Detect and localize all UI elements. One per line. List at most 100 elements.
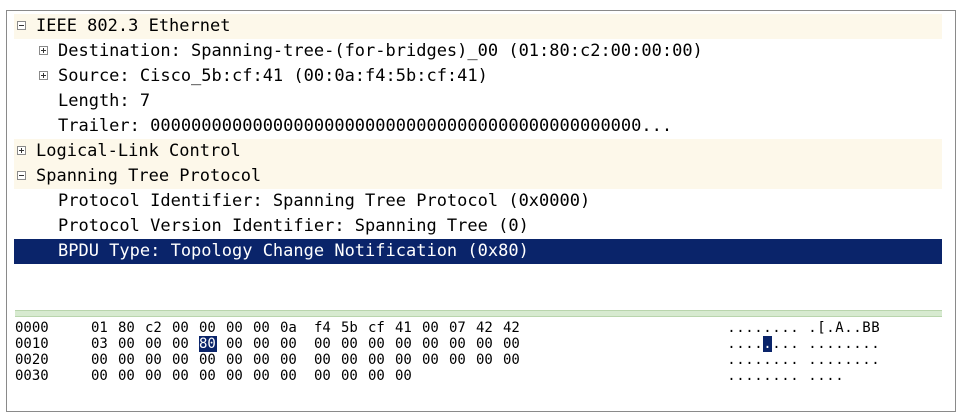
hex-byte[interactable]: 00	[253, 352, 271, 368]
hex-byte[interactable]: 00	[341, 336, 359, 352]
ascii-char[interactable]: .	[772, 368, 781, 384]
ascii-char[interactable]: .	[763, 320, 772, 336]
ascii-char[interactable]: .	[808, 320, 817, 336]
hex-byte[interactable]: 5b	[341, 320, 359, 336]
collapse-icon[interactable]	[17, 21, 26, 30]
ascii-char[interactable]: .	[790, 320, 799, 336]
ascii-char[interactable]: .	[862, 336, 871, 352]
expand-icon[interactable]	[17, 146, 26, 155]
tree-row[interactable]: Length: 7	[14, 89, 942, 114]
ascii-char[interactable]: .	[826, 352, 835, 368]
hex-byte[interactable]: 00	[476, 336, 494, 352]
hex-byte[interactable]: 00	[253, 336, 271, 352]
hex-byte[interactable]: 00	[226, 320, 244, 336]
ascii-char[interactable]: B	[862, 320, 871, 336]
hex-byte[interactable]: 00	[395, 368, 413, 384]
packet-details-tree[interactable]: IEEE 802.3 Ethernet Destination: Spanning…	[14, 14, 942, 264]
ascii-char[interactable]: .	[853, 336, 862, 352]
ascii-char[interactable]: .	[835, 368, 844, 384]
expand-icon[interactable]	[39, 46, 48, 55]
hex-byte[interactable]: 00	[199, 352, 217, 368]
hex-byte[interactable]: 00	[91, 368, 109, 384]
hex-byte[interactable]: 80	[118, 320, 136, 336]
hex-byte[interactable]: 00	[476, 352, 494, 368]
ascii-char[interactable]: B	[871, 320, 880, 336]
ascii-char[interactable]: .	[844, 336, 853, 352]
ascii-char[interactable]: .	[790, 336, 799, 352]
ascii-char[interactable]: .	[862, 352, 871, 368]
ascii-char[interactable]: .	[808, 368, 817, 384]
ascii-char[interactable]: .	[754, 352, 763, 368]
hex-byte[interactable]: 00	[503, 352, 521, 368]
ascii-char[interactable]: .	[790, 368, 799, 384]
ascii-char[interactable]: .	[781, 336, 790, 352]
hex-byte[interactable]: 03	[91, 336, 109, 352]
hex-byte[interactable]: 00	[118, 368, 136, 384]
hex-byte[interactable]: 00	[422, 336, 440, 352]
hex-row[interactable]: 0030 00 00 00 00 00 00 00 00 00 00 00 00........ ...…	[15, 368, 945, 384]
hex-byte[interactable]: 00	[395, 352, 413, 368]
hex-byte[interactable]: 00	[226, 368, 244, 384]
ascii-char[interactable]: .	[781, 368, 790, 384]
ascii-char[interactable]: .	[781, 352, 790, 368]
ascii-char[interactable]: .	[727, 368, 736, 384]
ascii-char[interactable]: [	[817, 320, 826, 336]
hex-byte[interactable]: 00	[172, 320, 190, 336]
expand-icon[interactable]	[39, 71, 48, 80]
hex-byte[interactable]: 00	[145, 352, 163, 368]
tree-row[interactable]: Destination: Spanning-tree-(for-bridges)…	[14, 39, 942, 64]
hex-byte[interactable]: 00	[280, 352, 298, 368]
hex-byte[interactable]: 00	[341, 352, 359, 368]
hex-byte[interactable]: 01	[91, 320, 109, 336]
hex-byte[interactable]: 00	[226, 336, 244, 352]
hex-byte[interactable]: 42	[476, 320, 494, 336]
hex-byte[interactable]: c2	[145, 320, 163, 336]
hex-byte[interactable]: 00	[314, 368, 332, 384]
ascii-char[interactable]: .	[727, 352, 736, 368]
hex-byte[interactable]: 00	[368, 352, 386, 368]
hex-byte[interactable]: 00	[118, 336, 136, 352]
tree-row[interactable]: BPDU Type: Topology Change Notification …	[14, 239, 942, 264]
ascii-char[interactable]: .	[790, 352, 799, 368]
ascii-char[interactable]: .	[844, 352, 853, 368]
hex-byte[interactable]: 00	[449, 352, 467, 368]
hex-byte[interactable]: 00	[395, 336, 413, 352]
hex-byte[interactable]: 00	[199, 368, 217, 384]
collapse-icon[interactable]	[17, 171, 26, 180]
hex-byte[interactable]: 00	[145, 336, 163, 352]
hex-byte[interactable]: 42	[503, 320, 521, 336]
ascii-char[interactable]: .	[871, 352, 880, 368]
ascii-char[interactable]: .	[763, 352, 772, 368]
hex-byte[interactable]: 0a	[280, 320, 298, 336]
hex-byte[interactable]: 00	[314, 352, 332, 368]
ascii-char[interactable]: .	[754, 320, 763, 336]
hex-byte[interactable]: 07	[449, 320, 467, 336]
ascii-char[interactable]: .	[763, 336, 772, 352]
ascii-char[interactable]: .	[772, 336, 781, 352]
hex-byte[interactable]: 00	[368, 368, 386, 384]
ascii-char[interactable]: .	[844, 320, 853, 336]
hex-byte[interactable]: 00	[199, 320, 217, 336]
tree-row[interactable]: Protocol Identifier: Spanning Tree Proto…	[14, 189, 942, 214]
packet-bytes-pane[interactable]: 0000 01 80 c2 00 00 00 00 0a f4 5b cf 41 00 07 42 42....…	[15, 320, 945, 384]
ascii-char[interactable]: .	[745, 336, 754, 352]
ascii-char[interactable]: .	[817, 336, 826, 352]
ascii-char[interactable]: .	[808, 336, 817, 352]
ascii-char[interactable]: .	[745, 368, 754, 384]
ascii-char[interactable]: .	[763, 368, 772, 384]
tree-row[interactable]: Source: Cisco_5b:cf:41 (00:0a:f4:5b:cf:4…	[14, 64, 942, 89]
ascii-char[interactable]: .	[817, 352, 826, 368]
ascii-char[interactable]: .	[835, 336, 844, 352]
hex-byte[interactable]: 41	[395, 320, 413, 336]
hex-byte[interactable]: 00	[172, 336, 190, 352]
hex-byte[interactable]: 00	[422, 352, 440, 368]
ascii-char[interactable]: .	[835, 352, 844, 368]
ascii-char[interactable]: .	[736, 336, 745, 352]
hex-byte[interactable]: 00	[172, 352, 190, 368]
ascii-char[interactable]: .	[817, 368, 826, 384]
ascii-char[interactable]: .	[736, 352, 745, 368]
hex-row[interactable]: 0010 03 00 00 00 80 00 00 00 00 00 00 00 00 00 00 00....…	[15, 336, 945, 352]
tree-row[interactable]: Spanning Tree Protocol	[14, 164, 942, 189]
hex-row[interactable]: 0020 00 00 00 00 00 00 00 00 00 00 00 00 00 00 00 00....…	[15, 352, 945, 368]
ascii-char[interactable]: .	[826, 336, 835, 352]
